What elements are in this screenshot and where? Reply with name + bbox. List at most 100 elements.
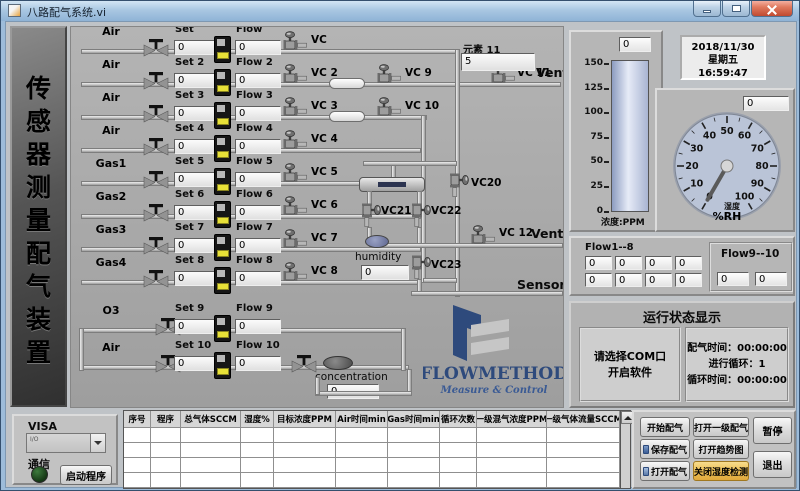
maximize-icon: [732, 5, 741, 12]
gas-source-label: Air: [85, 341, 137, 354]
table-cell[interactable]: [477, 428, 547, 443]
start-program-button[interactable]: 启动程序: [60, 465, 112, 485]
table-cell[interactable]: [151, 443, 181, 458]
table-cell[interactable]: [151, 473, 181, 488]
table-cell[interactable]: [336, 458, 388, 473]
status-timers-box: 配气时间：00:00:00 进行循环：1 循环时间：00:00:00: [685, 327, 789, 402]
banner-char: 器: [26, 138, 51, 171]
table-cell[interactable]: [124, 473, 151, 488]
exit-button[interactable]: 退出: [753, 451, 792, 478]
svg-text:FLOWMETHOD: FLOWMETHOD: [423, 364, 564, 384]
open-primary-label: 打开一级配气: [694, 421, 748, 434]
table-cell[interactable]: [336, 428, 388, 443]
timer-label: 配气时间：: [687, 343, 737, 354]
set-label: Set 2: [175, 57, 204, 68]
svg-text:%RH: %RH: [713, 210, 742, 223]
table-cell[interactable]: [124, 443, 151, 458]
visa-label: VISA: [28, 420, 57, 433]
set-label: Set 4: [175, 123, 204, 134]
table-cell[interactable]: [181, 473, 241, 488]
table-cell[interactable]: [274, 473, 336, 488]
table-cell[interactable]: [477, 473, 547, 488]
flow-label: Flow 8: [236, 255, 273, 266]
table-cell[interactable]: [388, 473, 440, 488]
inline-filter-icon: [329, 111, 365, 122]
table-row: [124, 428, 620, 443]
close-humidity-button[interactable]: 关闭湿度检测: [693, 461, 749, 481]
table-cell[interactable]: [336, 443, 388, 458]
table-cell[interactable]: [388, 458, 440, 473]
vc-valve-label: VC 10: [405, 100, 439, 112]
table-cell[interactable]: [440, 428, 477, 443]
table-cell[interactable]: [274, 458, 336, 473]
table-cell[interactable]: [477, 458, 547, 473]
status-message-line1: 请选择COM口: [594, 349, 666, 365]
table-cell[interactable]: [440, 458, 477, 473]
table-cell[interactable]: [181, 428, 241, 443]
table-cell[interactable]: [547, 473, 620, 488]
banner-char: 气: [26, 270, 51, 303]
table-cell[interactable]: [241, 428, 274, 443]
table-cell[interactable]: [440, 473, 477, 488]
mass-flow-controller-icon: [214, 168, 231, 195]
flow-indicator: 0: [235, 205, 281, 220]
vent-label: Vent: [536, 65, 564, 80]
bar-tick-mark: [604, 137, 609, 139]
vc-valve-icon: [283, 31, 307, 53]
table-cell[interactable]: [151, 458, 181, 473]
table-cell[interactable]: [181, 443, 241, 458]
combo-dropdown-button[interactable]: [90, 434, 105, 452]
pipe: [401, 328, 406, 371]
open-mixing-button[interactable]: 打开配气: [640, 461, 690, 481]
vc-valve-label: VC22: [431, 205, 461, 217]
table-cell[interactable]: [388, 443, 440, 458]
table-cell[interactable]: [336, 473, 388, 488]
gas-source-label: Air: [85, 26, 137, 38]
open-primary-mixing-button[interactable]: 打开一级配气: [693, 417, 749, 437]
close-button[interactable]: [751, 1, 793, 17]
svg-text:50: 50: [720, 126, 734, 137]
table-header-cell: 总气体SCCM: [181, 411, 241, 428]
table-cell[interactable]: [181, 458, 241, 473]
pause-button[interactable]: 暂停: [753, 417, 792, 444]
element11-input[interactable]: 5: [461, 53, 535, 71]
table-cell[interactable]: [241, 443, 274, 458]
table-cell[interactable]: [241, 458, 274, 473]
bar-tick-mark: [604, 112, 609, 114]
table-cell[interactable]: [151, 428, 181, 443]
vc-valve-icon: [471, 225, 495, 247]
table-cell[interactable]: [274, 428, 336, 443]
table-cell[interactable]: [547, 443, 620, 458]
gas-source-label: Gas3: [85, 223, 137, 236]
front-panel: 传感器测量配气装置 AirSet0Flow0VCAirSet 20Flow 20…: [5, 21, 797, 488]
table-cell[interactable]: [547, 458, 620, 473]
save-mixing-button[interactable]: 保存配气: [640, 439, 690, 459]
banner-char: 传: [26, 72, 51, 105]
manual-valve-icon: [143, 39, 169, 57]
program-table[interactable]: 序号程序总气体SCCM湿度%目标浓度PPMAir时间minGas时间min循环次…: [123, 410, 631, 489]
table-header-cell: 一级气体流量SCCM: [547, 411, 620, 428]
table-scrollbar[interactable]: [620, 411, 630, 488]
table-cell[interactable]: [477, 443, 547, 458]
maximize-button[interactable]: [722, 1, 750, 17]
vc-valve-icon: [409, 255, 433, 277]
window-title: 八路配气系统.vi: [27, 4, 106, 20]
start-mixing-label: 开始配气: [647, 421, 683, 434]
open-trend-button[interactable]: 打开趋势图: [693, 439, 749, 459]
table-cell[interactable]: [440, 443, 477, 458]
bar-tick-label: 100: [573, 107, 603, 117]
table-cell[interactable]: [241, 473, 274, 488]
table-cell[interactable]: [124, 428, 151, 443]
table-cell[interactable]: [388, 428, 440, 443]
pipe: [79, 328, 84, 371]
table-cell[interactable]: [124, 458, 151, 473]
table-cell[interactable]: [274, 443, 336, 458]
clock-time: 16:59:47: [682, 67, 764, 80]
title-bar[interactable]: 八路配气系统.vi: [1, 1, 799, 21]
mass-flow-controller-icon: [214, 102, 231, 129]
start-mixing-button[interactable]: 开始配气: [640, 417, 690, 437]
minimize-button[interactable]: [693, 1, 721, 17]
table-cell[interactable]: [547, 428, 620, 443]
visa-resource-combo[interactable]: I/O: [26, 433, 106, 453]
pause-label: 暂停: [763, 423, 783, 438]
